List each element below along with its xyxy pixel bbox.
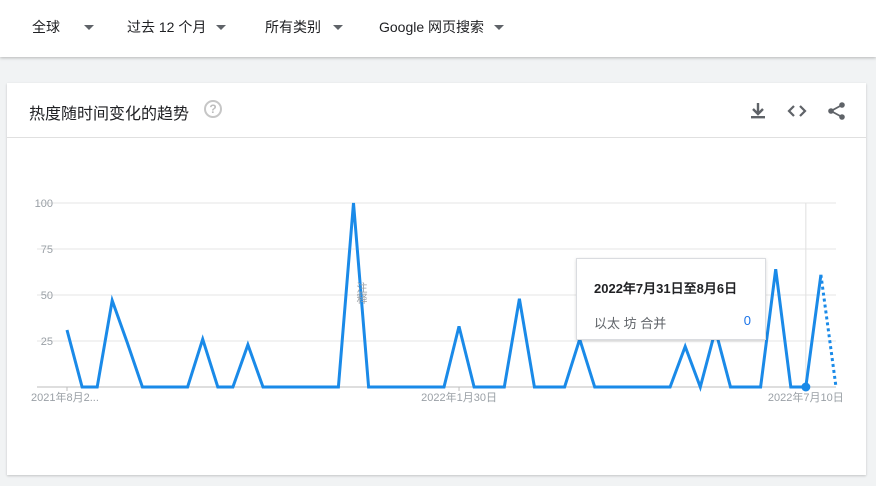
data-point: [81, 386, 84, 389]
data-point: [684, 345, 687, 348]
y-tick-label: 25: [41, 336, 53, 348]
x-tick-label: 2022年7月10日: [768, 390, 844, 404]
data-point: [126, 341, 129, 344]
data-point: [397, 386, 400, 389]
data-point: [337, 386, 340, 389]
data-point: [458, 325, 461, 328]
category-filter[interactable]: 所有类别: [265, 0, 343, 54]
time-range-filter[interactable]: 过去 12 个月: [127, 0, 227, 54]
data-point: [277, 386, 280, 389]
data-point: [412, 386, 415, 389]
region-filter[interactable]: 全球: [32, 0, 94, 54]
trend-card: 热度随时间变化的趋势 ? 25 50 75 100 2021年8月2... 2022年1月…: [7, 83, 866, 475]
data-point: [231, 386, 234, 389]
data-point: [141, 386, 144, 389]
category-filter-label: 所有类别: [265, 19, 321, 35]
data-point: [774, 268, 777, 271]
data-point: [442, 386, 445, 389]
data-point: [292, 386, 295, 389]
data-point: [66, 328, 69, 331]
data-point: [563, 386, 566, 389]
data-point: [201, 338, 204, 341]
data-point: [156, 386, 159, 389]
y-tick-label: 75: [41, 244, 53, 256]
data-point: [186, 386, 189, 389]
data-point: [322, 386, 325, 389]
data-point: [699, 386, 702, 389]
data-point: [533, 386, 536, 389]
data-point: [789, 386, 792, 389]
data-point: [262, 386, 265, 389]
time-range-filter-label: 过去 12 个月: [127, 19, 207, 35]
data-point: [96, 386, 99, 389]
data-point: [246, 343, 249, 346]
data-point: [759, 386, 762, 389]
region-filter-label: 全球: [32, 19, 60, 35]
chevron-down-icon: [494, 24, 505, 30]
tooltip-term: 以太 坊 合并: [594, 316, 667, 331]
data-point: [382, 386, 385, 389]
data-point: [352, 202, 355, 205]
y-tick-label: 100: [35, 198, 53, 210]
data-point: [518, 297, 521, 300]
data-point: [307, 386, 310, 389]
data-point: [654, 386, 657, 389]
data-point: [488, 386, 491, 389]
data-point: [473, 386, 476, 389]
tooltip-value: 0: [743, 313, 751, 328]
chevron-down-icon: [84, 24, 94, 30]
data-point: [216, 386, 219, 389]
highlight-point: [801, 382, 811, 392]
data-point: [427, 386, 430, 389]
x-tick-label: 2022年1月30日: [421, 390, 497, 404]
data-point: [744, 386, 747, 389]
data-point: [638, 386, 641, 389]
series-partial-line: [819, 274, 838, 388]
data-point: [729, 386, 732, 389]
data-point: [608, 386, 611, 389]
y-tick-label: 50: [41, 290, 53, 302]
filter-bar: 全球 过去 12 个月 所有类别 Google 网页搜索: [0, 0, 876, 57]
annotation-marker: 注释: [355, 281, 368, 305]
search-type-filter[interactable]: Google 网页搜索: [379, 0, 505, 54]
data-point: [669, 386, 672, 389]
data-point: [503, 386, 506, 389]
chart-tooltip: 2022年7月31日至8月6日 以太 坊 合并 0: [576, 258, 766, 340]
tooltip-date: 2022年7月31日至8月6日: [594, 281, 738, 296]
x-tick-label: 2021年8月2...: [31, 390, 99, 404]
data-point: [367, 386, 370, 389]
data-point: [171, 386, 174, 389]
chevron-down-icon: [216, 24, 227, 30]
data-point: [548, 386, 551, 389]
chevron-down-icon: [333, 24, 343, 30]
data-point: [593, 386, 596, 389]
data-point: [819, 273, 822, 276]
search-type-filter-label: Google 网页搜索: [379, 19, 485, 35]
data-point: [111, 299, 114, 302]
data-point: [835, 386, 838, 389]
data-point: [623, 386, 626, 389]
